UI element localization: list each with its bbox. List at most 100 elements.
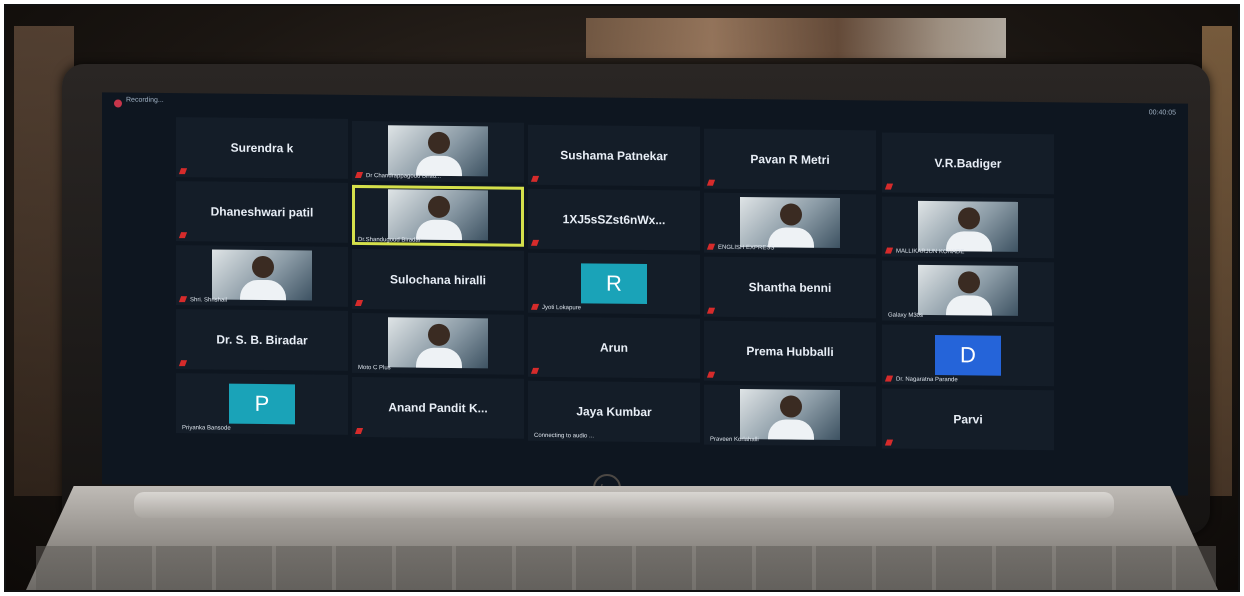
participant-avatar: D [935, 335, 1001, 376]
participant-tile[interactable]: P Priyanka Bansode [176, 373, 348, 435]
participant-name: Prema Hubballi [746, 344, 834, 359]
participant-tile[interactable]: Prema Hubballi [704, 320, 876, 383]
participant-video [388, 125, 488, 177]
mic-muted-icon [706, 243, 716, 250]
participant-name: Parvi [953, 412, 983, 427]
participant-tile[interactable]: Shantha benni [704, 256, 876, 319]
participant-label: Dr Chandrappagoud Birad... [366, 173, 442, 180]
wall-shelf [586, 18, 1006, 58]
participant-video [918, 264, 1018, 316]
mic-muted-icon [178, 360, 188, 367]
participant-name: Arun [600, 340, 628, 355]
mic-muted-icon [178, 296, 188, 303]
participant-video [740, 388, 840, 441]
participant-label: Shri. Shrishail [190, 297, 228, 304]
participant-label: Dr.Shandugoud Biradar [358, 236, 421, 244]
participant-body [768, 419, 814, 440]
participant-tile[interactable]: Dr. S. B. Biradar [176, 309, 348, 371]
participant-video [918, 200, 1018, 252]
participant-label: Moto C Plus [358, 364, 391, 372]
mic-muted-icon [706, 179, 716, 186]
participant-video [388, 189, 488, 241]
participant-name: Surendra k [230, 140, 294, 156]
recording-label: Recording... [126, 96, 164, 104]
participant-tile[interactable]: Anand Pandit K... [352, 376, 524, 439]
participant-face [780, 203, 802, 226]
participant-tile[interactable]: Dhaneshwari patil [176, 181, 348, 243]
participant-tile[interactable]: 1XJ5sSZst6nWx... [528, 188, 700, 251]
mic-muted-icon [706, 307, 716, 314]
participant-video [212, 249, 312, 301]
mic-muted-icon [530, 175, 540, 182]
participant-avatar: P [229, 383, 295, 425]
participant-label: Jyoti Lokapure [542, 304, 582, 312]
participant-label: Priyanka Bansode [182, 425, 231, 432]
participant-face [428, 195, 450, 218]
participant-tile[interactable]: Shri. Shrishail [176, 245, 348, 307]
participant-tile[interactable]: Praveen Korlahalli [704, 384, 876, 447]
participant-name: Anand Pandit K... [388, 400, 488, 416]
participant-label: Praveen Korlahalli [710, 436, 759, 444]
mic-muted-icon [354, 299, 364, 307]
participant-face [428, 323, 450, 346]
mic-muted-icon [884, 375, 894, 382]
participant-label: Galaxy M30s [888, 312, 924, 319]
mic-muted-icon [706, 371, 716, 378]
recording-icon [114, 99, 122, 108]
participant-name: Dhaneshwari patil [210, 204, 314, 220]
participant-tile[interactable]: Pavan R Metri [704, 128, 876, 191]
participant-name: 1XJ5sSZst6nWx... [562, 212, 666, 228]
participant-tile[interactable]: MALLIKARJUN KONADE [882, 196, 1054, 259]
participant-body [768, 227, 814, 248]
mic-muted-icon [178, 168, 188, 175]
participant-tile[interactable]: D Dr. Nagaratna Parande [882, 324, 1054, 387]
mic-muted-icon [884, 183, 894, 190]
participant-label: ENGLISH EXPRESS [718, 244, 775, 252]
participant-name: Sulochana hiralli [389, 272, 487, 288]
meeting-clock: 00:40:05 [1148, 109, 1176, 117]
participant-video [388, 317, 488, 369]
participant-label: MALLIKARJUN KONADE [896, 248, 965, 256]
participant-face [428, 131, 450, 154]
participant-name: Pavan R Metri [750, 152, 830, 167]
participant-label: Dr. Nagaratna Parande [896, 376, 958, 384]
mic-muted-icon [530, 367, 540, 374]
participant-tile[interactable]: Surendra k [176, 117, 348, 179]
participant-tile[interactable]: Arun [528, 316, 700, 379]
participant-tile[interactable]: R Jyoti Lokapure [528, 252, 700, 315]
participant-label: Connecting to audio ... [534, 432, 595, 440]
participant-tile[interactable]: Dr.Shandugoud Biradar [352, 184, 524, 247]
participant-tile[interactable]: Parvi [882, 388, 1054, 451]
participant-name: Sushama Patnekar [560, 148, 668, 164]
participant-tile[interactable]: Sushama Patnekar [528, 124, 700, 187]
participant-name: Shantha benni [748, 280, 832, 295]
mic-muted-icon [530, 239, 540, 246]
participant-body [946, 295, 992, 316]
participant-body [240, 279, 286, 301]
participant-name: Dr. S. B. Biradar [216, 332, 308, 348]
participant-body [416, 219, 462, 241]
participant-tile[interactable]: Sulochana hiralli [352, 248, 524, 311]
participant-video [740, 196, 840, 249]
participant-face [958, 207, 980, 230]
mic-muted-icon [884, 247, 894, 254]
participant-tile[interactable]: Moto C Plus [352, 312, 524, 375]
participant-tile[interactable]: ENGLISH EXPRESS [704, 192, 876, 255]
laptop-hinge [134, 492, 1114, 518]
mic-muted-icon [530, 303, 540, 310]
mic-muted-icon [354, 427, 364, 435]
participant-face [252, 255, 274, 279]
participant-tile[interactable]: Jaya Kumbar Connecting to audio ... [528, 380, 700, 443]
participant-avatar: R [581, 263, 647, 305]
participant-name: Jaya Kumbar [576, 404, 652, 420]
participant-tile[interactable]: V.R.Badiger [882, 132, 1054, 195]
participant-tile[interactable]: Dr Chandrappagoud Birad... [352, 120, 524, 183]
keyboard [36, 546, 1216, 590]
mic-muted-icon [354, 171, 364, 179]
photo-frame: Recording... 00:40:05 Surendra k Dr Chand… [4, 4, 1240, 592]
participant-face [780, 395, 802, 418]
participant-tile[interactable]: Galaxy M30s [882, 260, 1054, 323]
participant-body [416, 347, 462, 369]
mic-muted-icon [884, 439, 894, 446]
participant-name: V.R.Badiger [934, 156, 1002, 171]
